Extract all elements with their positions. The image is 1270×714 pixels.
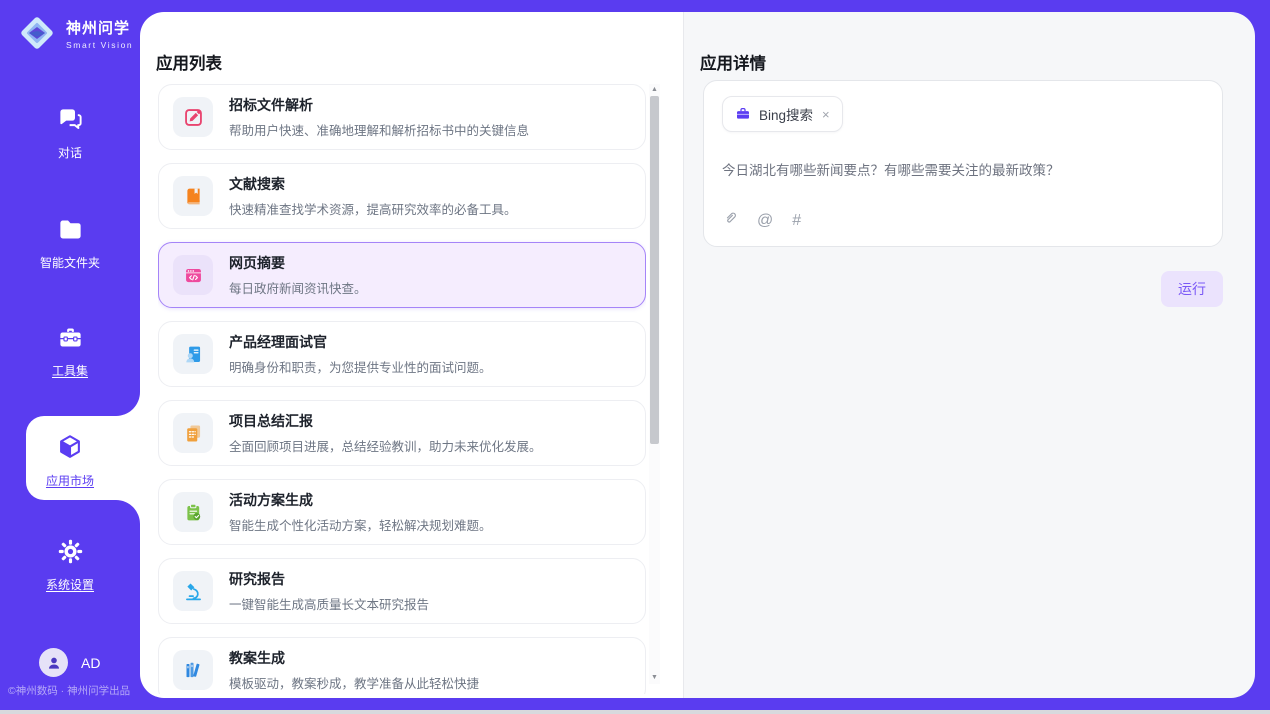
sidebar-item-label: 应用市场	[0, 472, 140, 489]
app-card-desc: 全面回顾项目进展，总结经验教训，助力未来优化发展。	[229, 436, 542, 455]
app-card-desc: 智能生成个性化活动方案，轻松解决规划难题。	[229, 515, 492, 534]
books-icon	[173, 650, 213, 690]
app-card-text: 项目总结汇报 全面回顾项目进展，总结经验教训，助力未来优化发展。	[229, 411, 542, 455]
app-list-panel: 应用列表 招标文件解析 帮助用户快速、准确地理解和解析招标书中的关键信息	[140, 12, 683, 698]
at-icon[interactable]: @	[757, 213, 773, 229]
app-card-desc: 快速精准查找学术资源，提高研究效率的必备工具。	[229, 199, 517, 218]
app-detail-title: 应用详情	[700, 50, 766, 74]
app-card-event-plan[interactable]: 活动方案生成 智能生成个性化活动方案，轻松解决规划难题。	[158, 479, 646, 545]
microscope-icon	[173, 571, 213, 611]
app-card-research-report[interactable]: 研究报告 一键智能生成高质量长文本研究报告	[158, 558, 646, 624]
brand-logo: 神州问学 Smart Vision	[17, 13, 133, 53]
app-card-desc: 模板驱动，教案秒成，教学准备从此轻松快捷	[229, 673, 479, 692]
person-icon	[46, 655, 62, 671]
prompt-text[interactable]: 今日湖北有哪些新闻要点？有哪些需要关注的最新政策？	[722, 159, 1204, 179]
app-card-bid-analysis[interactable]: 招标文件解析 帮助用户快速、准确地理解和解析招标书中的关键信息	[158, 84, 646, 150]
sidebar: 神州问学 Smart Vision 对话 智能文件夹	[0, 0, 140, 710]
brand-title: 神州问学	[66, 17, 133, 38]
edit-document-icon	[173, 97, 213, 137]
brand-text: 神州问学 Smart Vision	[66, 17, 133, 50]
main-content: 应用列表 招标文件解析 帮助用户快速、准确地理解和解析招标书中的关键信息	[140, 12, 1255, 698]
app-card-pm-interviewer[interactable]: 产品经理面试官 明确身份和职责，为您提供专业性的面试问题。	[158, 321, 646, 387]
prompt-composer[interactable]: Bing搜索 × 今日湖北有哪些新闻要点？有哪些需要关注的最新政策？ @ #	[703, 80, 1223, 247]
list-scrollbar[interactable]: ▲ ▼	[649, 84, 660, 684]
gear-icon	[57, 552, 84, 569]
app-card-text: 文献搜索 快速精准查找学术资源，提高研究效率的必备工具。	[229, 174, 517, 218]
sidebar-item-label: 工具集	[0, 362, 140, 379]
app-card-text: 招标文件解析 帮助用户快速、准确地理解和解析招标书中的关键信息	[229, 95, 529, 139]
sidebar-item-label: 系统设置	[0, 576, 140, 593]
chat-icon	[57, 120, 84, 137]
app-card-name: 文献搜索	[229, 174, 517, 194]
briefcase-icon	[735, 106, 751, 122]
app-card-desc: 每日政府新闻资讯快查。	[229, 278, 367, 297]
sidebar-item-chat[interactable]: 对话	[0, 106, 140, 161]
bubble-bottom-curve	[116, 500, 140, 524]
folder-icon	[57, 230, 84, 247]
app-card-name: 产品经理面试官	[229, 332, 492, 352]
sidebar-item-smart-folder[interactable]: 智能文件夹	[0, 216, 140, 271]
brand-subtitle: Smart Vision	[66, 40, 133, 50]
app-card-text: 教案生成 模板驱动，教案秒成，教学准备从此轻松快捷	[229, 648, 479, 692]
tool-chip-bing-search[interactable]: Bing搜索 ×	[722, 96, 843, 132]
hash-icon[interactable]: #	[792, 213, 801, 229]
run-row: 运行	[703, 271, 1223, 307]
run-button[interactable]: 运行	[1161, 271, 1223, 307]
app-card-text: 研究报告 一键智能生成高质量长文本研究报告	[229, 569, 429, 613]
avatar	[39, 648, 68, 677]
scrollbar-thumb[interactable]	[650, 96, 659, 444]
app-window: 神州问学 Smart Vision 对话 智能文件夹	[0, 0, 1270, 710]
app-list-title: 应用列表	[156, 50, 222, 74]
app-card-web-summary[interactable]: 网页摘要 每日政府新闻资讯快查。	[158, 242, 646, 308]
app-card-desc: 明确身份和职责，为您提供专业性的面试问题。	[229, 357, 492, 376]
app-card-desc: 一键智能生成高质量长文本研究报告	[229, 594, 429, 613]
app-card-name: 项目总结汇报	[229, 411, 542, 431]
brand-diamond-icon	[17, 13, 57, 53]
sidebar-item-app-market[interactable]: 应用市场	[0, 433, 140, 489]
clipboard-check-icon	[173, 492, 213, 532]
app-card-text: 活动方案生成 智能生成个性化活动方案，轻松解决规划难题。	[229, 490, 492, 534]
toolbox-icon	[57, 338, 84, 355]
app-card-text: 网页摘要 每日政府新闻资讯快查。	[229, 253, 367, 297]
close-icon[interactable]: ×	[822, 107, 830, 122]
sidebar-item-settings[interactable]: 系统设置	[0, 538, 140, 593]
app-card-literature-search[interactable]: 文献搜索 快速精准查找学术资源，提高研究效率的必备工具。	[158, 163, 646, 229]
scroll-down-icon[interactable]: ▼	[649, 672, 660, 684]
user-name: AD	[81, 655, 100, 671]
tool-chip-label: Bing搜索	[759, 104, 813, 124]
app-card-name: 网页摘要	[229, 253, 367, 273]
paperclip-icon[interactable]	[722, 210, 738, 231]
app-card-lesson-plan[interactable]: 教案生成 模板驱动，教案秒成，教学准备从此轻松快捷	[158, 637, 646, 694]
report-pages-icon	[173, 413, 213, 453]
app-card-name: 招标文件解析	[229, 95, 529, 115]
sidebar-item-toolset[interactable]: 工具集	[0, 324, 140, 379]
copyright-text: ©神州数码 · 神州问学出品	[8, 683, 130, 698]
app-card-desc: 帮助用户快速、准确地理解和解析招标书中的关键信息	[229, 120, 529, 139]
browser-code-icon	[173, 255, 213, 295]
app-card-text: 产品经理面试官 明确身份和职责，为您提供专业性的面试问题。	[229, 332, 492, 376]
resume-person-icon	[173, 334, 213, 374]
sidebar-item-label: 对话	[0, 144, 140, 161]
scroll-up-icon[interactable]: ▲	[649, 84, 660, 96]
cube-icon	[56, 448, 84, 465]
user-account[interactable]: AD	[39, 648, 100, 677]
app-card-name: 活动方案生成	[229, 490, 492, 510]
app-card-name: 研究报告	[229, 569, 429, 589]
composer-toolbar: @ #	[722, 210, 1204, 231]
sidebar-item-label: 智能文件夹	[0, 254, 140, 271]
app-list: 招标文件解析 帮助用户快速、准确地理解和解析招标书中的关键信息 文献搜索	[158, 84, 646, 694]
app-detail-panel: 应用详情 Bing搜索 × 今日湖北有哪些新闻要点？有哪些需要关注的最新政策？	[683, 12, 1255, 698]
app-card-name: 教案生成	[229, 648, 479, 668]
app-card-project-summary[interactable]: 项目总结汇报 全面回顾项目进展，总结经验教训，助力未来优化发展。	[158, 400, 646, 466]
bubble-top-curve	[116, 392, 140, 416]
book-icon	[173, 176, 213, 216]
